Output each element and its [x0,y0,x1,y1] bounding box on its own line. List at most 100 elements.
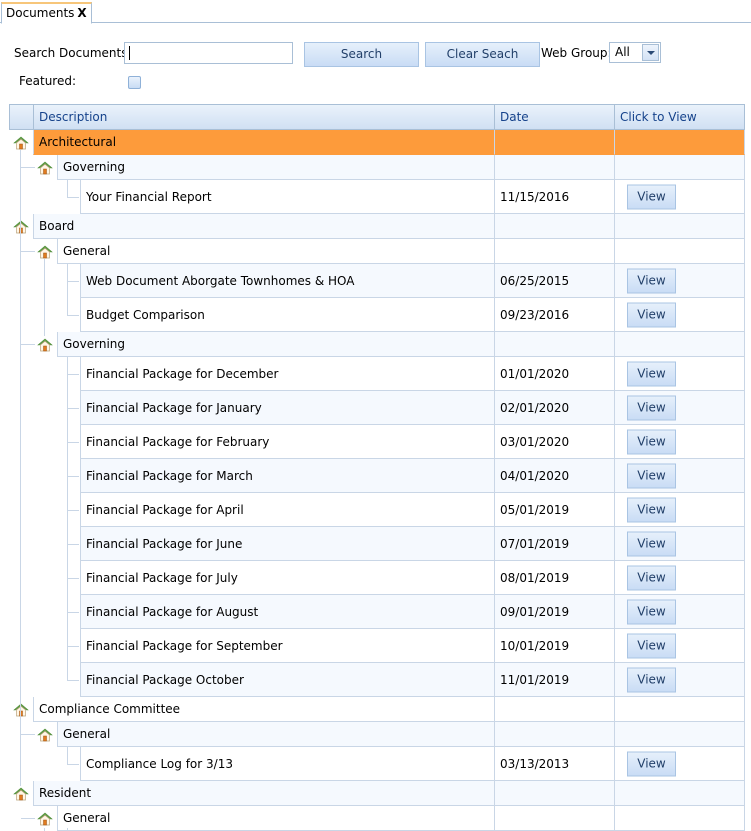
group-row[interactable]: Resident [9,781,745,806]
tree-connector-line [67,357,68,680]
group-row[interactable]: Board [9,214,745,239]
description-text: Web Document Aborgate Townhomes & HOA [86,273,355,288]
document-row[interactable]: Financial Package for September 10/01/201… [9,629,745,663]
date-text: 06/25/2015 [500,273,570,288]
view-button[interactable]: View [627,429,676,454]
document-row[interactable]: Financial Package for February 03/01/2020… [9,425,745,459]
subgroup-row[interactable]: Governing [9,155,745,180]
document-row[interactable]: Financial Package October 11/01/2019 View [9,663,745,697]
view-cell [614,332,745,357]
web-group-value: All [615,45,630,59]
folder-home-icon[interactable] [37,337,53,353]
folder-home-icon[interactable] [13,219,29,235]
tree-connector-line [21,734,35,735]
search-documents-input[interactable] [124,42,293,64]
document-row[interactable]: Financial Package for August 09/01/2019 Vi… [9,595,745,629]
featured-checkbox[interactable] [128,76,141,89]
document-row[interactable]: Financial Package for April 05/01/2019 Vie… [9,493,745,527]
tree-connector-line [67,510,79,511]
document-row[interactable]: Web Document Aborgate Townhomes & HOA 06/… [9,264,745,298]
web-group-select[interactable]: All [609,42,661,63]
group-row[interactable]: Compliance Committee [9,697,745,722]
date-text: 02/01/2020 [500,400,570,415]
view-button[interactable]: View [627,531,676,556]
folder-home-icon[interactable] [13,702,29,718]
date-cell: 01/01/2020 [494,357,614,391]
view-button[interactable]: View [627,667,676,692]
subgroup-row[interactable]: Governing [9,332,745,357]
tree-connector-line [20,150,21,786]
document-row[interactable]: Your Financial Report 11/15/2016 View [9,180,745,214]
folder-home-icon[interactable] [37,811,53,827]
description-text: Your Financial Report [86,189,212,204]
date-cell [494,722,614,747]
description-cell: Financial Package for June [80,527,494,561]
view-button[interactable]: View [627,751,676,776]
view-cell: View [614,595,745,629]
date-cell: 10/01/2019 [494,629,614,663]
tree-connector-line [67,646,79,647]
view-button[interactable]: View [627,565,676,590]
view-button[interactable]: View [627,395,676,420]
close-tab-icon[interactable]: X [77,6,86,20]
document-row[interactable]: Financial Package for March 04/01/2020 Vie… [9,459,745,493]
view-cell: View [614,493,745,527]
date-cell: 04/01/2020 [494,459,614,493]
view-button[interactable]: View [627,268,676,293]
document-row[interactable]: Financial Package for January 02/01/2020 V… [9,391,745,425]
description-cell: Board [33,214,494,239]
folder-home-icon[interactable] [37,727,53,743]
tab-documents[interactable]: Documents X [1,2,92,24]
view-button[interactable]: View [627,184,676,209]
folder-home-icon[interactable] [13,786,29,802]
folder-home-icon[interactable] [13,135,29,151]
view-button[interactable]: View [627,361,676,386]
subgroup-row[interactable]: General [9,722,745,747]
view-button[interactable]: View [627,463,676,488]
view-cell [614,697,745,722]
date-text: 11/01/2019 [500,672,570,687]
search-button[interactable]: Search [304,42,419,67]
search-documents-label: Search Documents: [14,46,132,60]
date-cell: 09/01/2019 [494,595,614,629]
view-cell: View [614,561,745,595]
date-text: 08/01/2019 [500,570,570,585]
chevron-down-icon[interactable] [642,44,659,61]
document-row[interactable]: Budget Comparison 09/23/2016 View [9,298,745,332]
view-button[interactable]: View [627,302,676,327]
folder-home-icon[interactable] [37,244,53,260]
tree-connector-line [67,747,68,764]
date-text: 09/23/2016 [500,307,570,322]
tree-connector-line [67,612,79,613]
tree-connector-line [67,197,79,198]
view-cell: View [614,459,745,493]
view-button[interactable]: View [627,599,676,624]
date-cell [494,130,614,155]
description-text: General [63,727,111,741]
document-row[interactable]: Financial Package for July 08/01/2019 View [9,561,745,595]
view-button[interactable]: View [627,497,676,522]
date-cell [494,781,614,806]
document-row[interactable]: Financial Package for December 01/01/2020… [9,357,745,391]
document-row[interactable]: Financial Package for June 07/01/2019 View [9,527,745,561]
group-row[interactable]: Architectural [9,130,745,155]
column-header-date[interactable]: Date [494,105,614,129]
subgroup-row[interactable]: General [9,806,745,831]
description-text: Compliance Committee [39,702,181,716]
subgroup-row[interactable]: General [9,239,745,264]
description-cell: Compliance Log for 3/13 [80,747,494,781]
date-text: 04/01/2020 [500,468,570,483]
date-cell: 11/15/2016 [494,180,614,214]
description-cell: General [57,722,494,747]
description-text: Financial Package for February [86,434,270,449]
description-text: Governing [63,337,126,351]
view-cell [614,781,745,806]
document-row[interactable]: Compliance Log for 3/13 03/13/2013 View [9,747,745,781]
date-text: 11/15/2016 [500,189,570,204]
column-header-description[interactable]: Description [33,105,494,129]
date-cell: 05/01/2019 [494,493,614,527]
view-button[interactable]: View [627,633,676,658]
clear-search-button[interactable]: Clear Seach [425,42,540,67]
view-cell: View [614,357,745,391]
folder-home-icon[interactable] [37,160,53,176]
